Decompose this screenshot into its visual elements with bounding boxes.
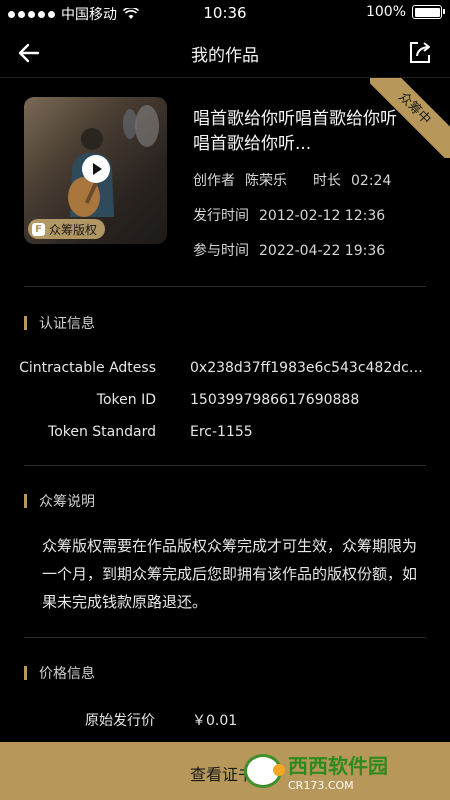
join-label: 参与时间 <box>193 243 249 259</box>
status-bar: 中国移动 10:36 100% <box>0 0 450 26</box>
cover-decoration <box>135 105 159 147</box>
cert-heading-label: 认证信息 <box>39 316 95 332</box>
divider <box>24 286 426 287</box>
original-price-label: 原始发行价 <box>85 713 155 729</box>
play-icon[interactable] <box>82 155 110 183</box>
battery-percent: 100% <box>365 4 406 20</box>
watermark-word: 西西软件园 <box>288 754 388 778</box>
join-value: 2022-04-22 19:36 <box>259 243 386 259</box>
battery-icon <box>412 5 445 19</box>
heading-bar <box>24 316 27 330</box>
divider <box>24 637 426 638</box>
heading-bar <box>24 494 27 508</box>
release-label: 发行时间 <box>193 208 249 224</box>
cover-decoration <box>123 109 137 139</box>
nav-bar: 我的作品 <box>0 28 450 78</box>
token-standard-label: Token Standard <box>48 424 156 440</box>
watermark-logo-icon <box>244 754 285 788</box>
crowdfund-section-heading: 众筹说明 <box>24 491 95 511</box>
join-row: 参与时间 2022-04-22 19:36 <box>193 240 385 260</box>
token-standard-value: Erc-1155 <box>190 424 253 440</box>
creator-value: 陈荣乐 <box>245 173 287 189</box>
watermark-sub: CR173.COM <box>288 779 354 792</box>
price-heading-label: 价格信息 <box>39 666 95 682</box>
heading-bar <box>24 666 27 680</box>
status-right: 100% <box>365 4 445 20</box>
badge-label: 众筹版权 <box>49 222 98 237</box>
release-value: 2012-02-12 12:36 <box>259 208 386 224</box>
cert-section-heading: 认证信息 <box>24 313 95 333</box>
original-price-value: ￥0.01 <box>192 713 238 729</box>
crowdfund-heading-label: 众筹说明 <box>39 494 95 510</box>
creator-row: 创作者 陈荣乐 时长 02:24 <box>193 170 391 190</box>
duration-label: 时长 <box>313 173 341 189</box>
work-cover[interactable]: F 众筹版权 <box>24 97 167 244</box>
divider <box>24 465 426 466</box>
badge-letter: F <box>32 222 45 236</box>
creator-label: 创作者 <box>193 173 235 189</box>
watermark: 西西软件园 CR173.COM <box>244 750 434 792</box>
work-title: 唱首歌给你听唱首歌给你听唱首歌给你听... <box>193 109 397 154</box>
token-id-label: Token ID <box>96 392 156 408</box>
price-section-heading: 价格信息 <box>24 663 95 683</box>
contract-address-label: Cintractable Adtess <box>19 360 156 376</box>
share-icon[interactable] <box>406 38 434 66</box>
contract-address-value[interactable]: 0x238d37ff1983e6c543c482dce... <box>190 360 426 376</box>
crowdfund-description: 众筹版权需要在作品版权众筹完成才可生效，众筹期限为一个月，到期众筹完成后您即拥有… <box>42 537 418 611</box>
token-id-value: 1503997986617690888 <box>190 392 360 408</box>
duration-value: 02:24 <box>351 173 392 189</box>
page-title: 我的作品 <box>191 46 259 66</box>
crowdfund-badge: F 众筹版权 <box>28 219 106 239</box>
release-row: 发行时间 2012-02-12 12:36 <box>193 205 385 225</box>
